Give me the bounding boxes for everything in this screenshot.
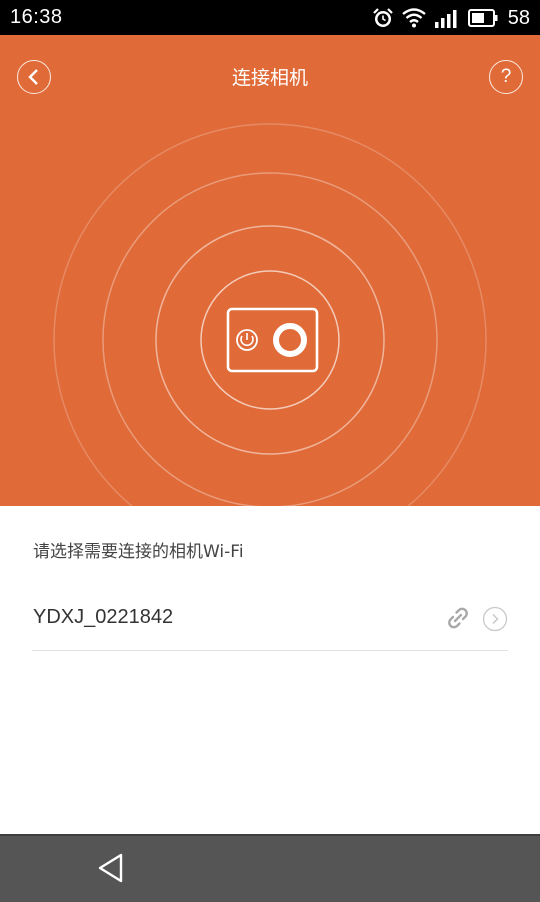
battery-icon — [467, 9, 498, 27]
link-icon — [444, 604, 472, 636]
status-bar: 16:38 58 — [0, 0, 540, 35]
wifi-icon — [401, 8, 426, 28]
status-time: 16:38 — [10, 6, 63, 28]
wifi-network-item[interactable]: YDXJ_0221842 — [32, 590, 508, 651]
signal-icon — [434, 8, 460, 28]
system-nav-bar — [0, 834, 540, 902]
wifi-network-name: YDXJ_0221842 — [33, 606, 174, 628]
hero-banner: 连接相机 ? — [0, 35, 540, 506]
section-hint: 请选择需要连接的相机Wi-Fi — [33, 542, 244, 562]
triangle-back-icon[interactable] — [96, 852, 124, 888]
camera-icon — [226, 307, 319, 373]
help-button[interactable]: ? — [489, 60, 523, 94]
signal-rings — [53, 123, 487, 506]
battery-level: 58 — [507, 6, 530, 29]
page-title: 连接相机 — [231, 67, 308, 89]
chevron-right-icon[interactable] — [482, 606, 508, 636]
status-icons: 58 — [372, 5, 530, 31]
alarm-icon — [372, 7, 394, 29]
